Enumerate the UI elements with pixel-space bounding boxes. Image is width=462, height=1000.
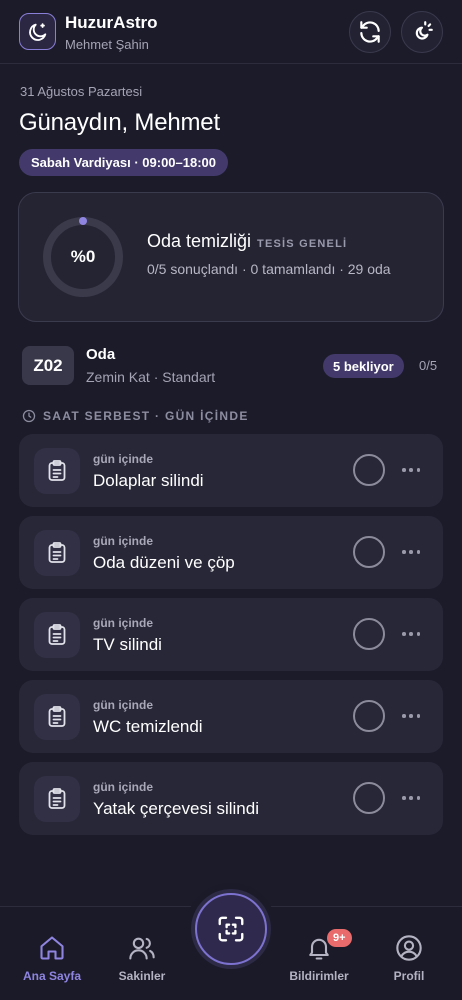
nav-home[interactable]: Ana Sayfa [12, 907, 92, 1000]
app-header: HuzurAstro Mehmet Şahin [0, 0, 462, 64]
task-complete-checkbox[interactable] [353, 700, 385, 732]
summary-title-row: Oda temizliği TESİS GENELİ [147, 231, 347, 252]
task-time: gün içinde [93, 616, 153, 630]
clipboard-icon [34, 612, 80, 658]
more-icon[interactable] [402, 624, 420, 644]
task-item[interactable]: gün içinde TV silindi [19, 598, 443, 671]
summary-title: Oda temizliği [147, 231, 252, 251]
nav-profile-label: Profil [393, 969, 425, 983]
nav-residents-label: Sakinler [118, 969, 166, 983]
task-time: gün içinde [93, 452, 153, 466]
more-icon[interactable] [402, 542, 420, 562]
progress-ring: %0 [41, 215, 125, 299]
clock-icon [22, 409, 36, 423]
scan-icon [218, 916, 244, 942]
section-label: SAAT SERBEST · GÜN İÇİNDE [22, 409, 249, 423]
room-code-badge: Z02 [22, 346, 74, 385]
summary-scope: TESİS GENELİ [257, 238, 348, 250]
task-title: Dolaplar silindi [93, 471, 204, 490]
progress-percent: %0 [70, 247, 96, 266]
task-time: gün içinde [93, 698, 153, 712]
user-name: Mehmet Şahin [65, 37, 149, 52]
refresh-icon [360, 21, 380, 43]
nav-notifications[interactable]: 9+ Bildirimler [279, 907, 359, 1000]
user-icon [396, 935, 422, 961]
home-icon [40, 936, 64, 960]
task-title: TV silindi [93, 635, 162, 654]
task-title: Yatak çerçevesi silindi [93, 799, 259, 818]
task-item[interactable]: gün içinde WC temizlendi [19, 680, 443, 753]
more-icon[interactable] [402, 788, 420, 808]
task-complete-checkbox[interactable] [353, 618, 385, 650]
room-details: Zemin Kat · Standart [86, 369, 216, 385]
cleaning-summary-card[interactable]: %0 Oda temizliği TESİS GENELİ 0/5 sonuçla… [18, 192, 444, 322]
more-icon[interactable] [402, 706, 420, 726]
summary-stats: 0/5 sonuçlandı · 0 tamamlandı · 29 oda [147, 261, 391, 277]
task-item[interactable]: gün içinde Oda düzeni ve çöp [19, 516, 443, 589]
theme-toggle-button[interactable] [401, 11, 443, 53]
moon-sun-icon [415, 19, 435, 40]
users-icon [129, 937, 155, 960]
task-complete-checkbox[interactable] [353, 782, 385, 814]
task-title: Oda düzeni ve çöp [93, 553, 235, 572]
nav-notifications-label: Bildirimler [289, 969, 349, 983]
clipboard-icon [34, 530, 80, 576]
task-title: WC temizlendi [93, 717, 203, 736]
greeting-title: Günaydın, Mehmet [19, 109, 220, 136]
app-title: HuzurAstro [65, 13, 158, 32]
task-time: gün içinde [93, 780, 153, 794]
more-icon[interactable] [402, 460, 420, 480]
task-complete-checkbox[interactable] [353, 454, 385, 486]
shift-badge: Sabah Vardiyası · 09:00–18:00 [19, 149, 229, 176]
task-time: gün içinde [93, 534, 153, 548]
current-date: 31 Ağustos Pazartesi [20, 84, 143, 99]
notification-count-badge: 9+ [327, 929, 352, 947]
scan-button[interactable] [195, 893, 267, 965]
clipboard-icon [34, 776, 80, 822]
moon-logo-icon [19, 13, 56, 50]
nav-profile[interactable]: Profil [369, 907, 449, 1000]
nav-residents[interactable]: Sakinler [102, 907, 182, 1000]
task-complete-checkbox[interactable] [353, 536, 385, 568]
clipboard-icon [34, 448, 80, 494]
task-item[interactable]: gün içinde Dolaplar silindi [19, 434, 443, 507]
clipboard-icon [34, 694, 80, 740]
pending-badge: 5 bekliyor [323, 354, 404, 378]
refresh-button[interactable] [349, 11, 391, 53]
room-name: Oda [86, 346, 116, 363]
room-progress: 0/5 [419, 358, 438, 373]
nav-home-label: Ana Sayfa [22, 969, 82, 983]
section-label-text: SAAT SERBEST · GÜN İÇİNDE [43, 409, 249, 423]
task-item[interactable]: gün içinde Yatak çerçevesi silindi [19, 762, 443, 835]
